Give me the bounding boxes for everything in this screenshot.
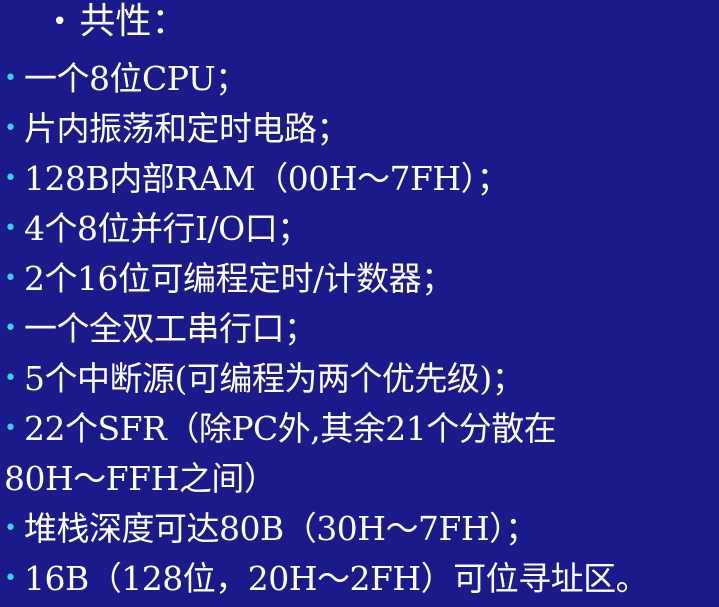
list-bullet: • [4,166,17,191]
feature-list: • 一个8位CPU； • 片内振荡和定时电路； • 128B内部RAM（00H～… [0,54,719,604]
list-item-continuation: 80H～FFH之间） [0,454,719,504]
list-bullet: • [4,66,17,91]
list-item-text: 堆栈深度可达80B（30H～7FH）； [24,509,538,548]
list-item: • 22个SFR（除PC外,其余21个分散在 [0,404,719,454]
list-item: • 一个8位CPU； [0,54,719,104]
list-bullet: • [4,366,17,391]
list-item: • 128B内部RAM（00H～7FH）； [0,154,719,204]
list-bullet: • [4,516,17,541]
heading-text: 共性： [79,1,188,42]
list-bullet: • [4,316,17,341]
list-item-text: 16B（128位，20H～2FH）可位寻址区。 [24,559,649,598]
list-bullet: • [4,116,17,141]
slide-heading: • 共性： [52,0,187,44]
slide: • 共性： • 一个8位CPU； • 片内振荡和定时电路； • 128B内部RA… [0,0,719,607]
list-item-text: 5个中断源(可编程为两个优先级)； [24,359,525,398]
list-item-text: 一个全双工串行口； [24,309,317,348]
list-item-text: 一个8位CPU； [24,59,248,98]
list-item: • 4个8位并行I/O口； [0,204,719,254]
list-item: • 堆栈深度可达80B（30H～7FH）； [0,504,719,554]
list-item-text: 128B内部RAM（00H～7FH）； [24,159,510,198]
list-item-text: 80H～FFH之间） [4,459,277,498]
list-item-text: 2个16位可编程定时/计数器； [24,259,454,298]
heading-bullet: • [52,7,68,37]
list-item: • 2个16位可编程定时/计数器； [0,254,719,304]
list-bullet: • [4,216,17,241]
list-item: • 16B（128位，20H～2FH）可位寻址区。 [0,554,719,604]
list-item-text: 片内振荡和定时电路； [24,109,350,148]
list-item: • 5个中断源(可编程为两个优先级)； [0,354,719,404]
list-item-text: 4个8位并行I/O口； [24,209,310,248]
list-item-text: 22个SFR（除PC外,其余21个分散在 [24,409,557,448]
list-bullet: • [4,416,17,441]
list-bullet: • [4,266,17,291]
list-bullet: • [4,566,17,591]
list-item: • 片内振荡和定时电路； [0,104,719,154]
list-item: • 一个全双工串行口； [0,304,719,354]
